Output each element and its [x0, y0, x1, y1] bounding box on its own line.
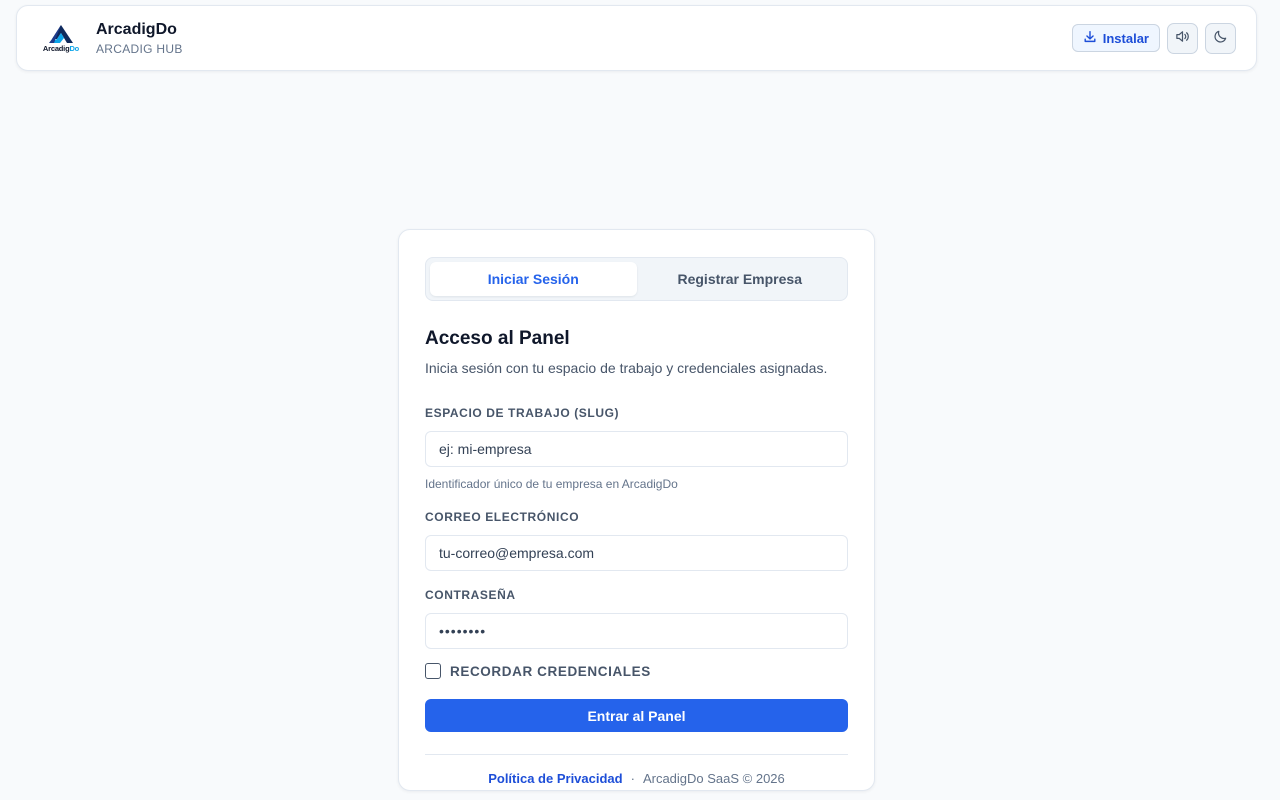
- moon-icon: [1213, 29, 1228, 47]
- brand[interactable]: ArcadigDo ArcadigDo ARCADIG HUB: [39, 20, 183, 57]
- install-label: Instalar: [1102, 30, 1149, 46]
- card-footer: Política de Privacidad · ArcadigDo SaaS …: [425, 771, 848, 786]
- card-subtitle: Inicia sesión con tu espacio de trabajo …: [425, 360, 828, 376]
- top-header: ArcadigDo ArcadigDo ARCADIG HUB Instalar: [16, 5, 1257, 71]
- logo-wordmark-main: Arcadig: [42, 43, 70, 53]
- password-label: CONTRASEÑA: [425, 588, 516, 602]
- logo-mark-icon: [49, 24, 73, 43]
- card-title: Acceso al Panel: [425, 328, 570, 349]
- password-input[interactable]: [425, 613, 848, 649]
- workspace-field-group: ESPACIO DE TRABAJO (SLUG) Identificador …: [425, 404, 848, 491]
- theme-toggle-button[interactable]: [1205, 22, 1236, 54]
- brand-subtitle: ARCADIG HUB: [96, 41, 183, 56]
- auth-tabs: Iniciar Sesión Registrar Empresa: [425, 257, 848, 301]
- workspace-hint: Identificador único de tu empresa en Arc…: [425, 477, 678, 491]
- workspace-label: ESPACIO DE TRABAJO (SLUG): [425, 406, 620, 420]
- remember-checkbox[interactable]: [425, 663, 441, 679]
- logo-wordmark: ArcadigDo: [43, 45, 79, 53]
- login-card: Iniciar Sesión Registrar Empresa Acceso …: [398, 229, 875, 791]
- remember-label: RECORDAR CREDENCIALES: [450, 663, 651, 679]
- download-icon: [1083, 30, 1097, 47]
- privacy-policy-link[interactable]: Política de Privacidad: [488, 771, 622, 786]
- submit-login-button[interactable]: Entrar al Panel: [425, 699, 848, 732]
- speaker-icon: [1175, 29, 1190, 47]
- brand-text: ArcadigDo ARCADIG HUB: [96, 20, 183, 57]
- arcadigdo-logo: ArcadigDo: [39, 21, 83, 55]
- sound-toggle-button[interactable]: [1167, 22, 1198, 54]
- footer-separator: ·: [630, 771, 635, 786]
- header-actions: Instalar: [1071, 22, 1236, 54]
- remember-credentials[interactable]: RECORDAR CREDENCIALES: [425, 663, 848, 679]
- install-button[interactable]: Instalar: [1071, 24, 1160, 52]
- password-field-group: CONTRASEÑA: [425, 586, 848, 649]
- email-input[interactable]: [425, 535, 848, 571]
- brand-name: ArcadigDo: [96, 20, 177, 38]
- tab-login[interactable]: Iniciar Sesión: [430, 262, 637, 296]
- copyright-text: ArcadigDo SaaS © 2026: [642, 771, 785, 786]
- tab-register-company[interactable]: Registrar Empresa: [637, 262, 844, 296]
- email-label: CORREO ELECTRÓNICO: [425, 510, 580, 524]
- workspace-slug-input[interactable]: [425, 431, 848, 467]
- email-field-group: CORREO ELECTRÓNICO: [425, 508, 848, 571]
- footer-divider: [425, 754, 848, 755]
- logo-wordmark-accent: Do: [69, 43, 80, 53]
